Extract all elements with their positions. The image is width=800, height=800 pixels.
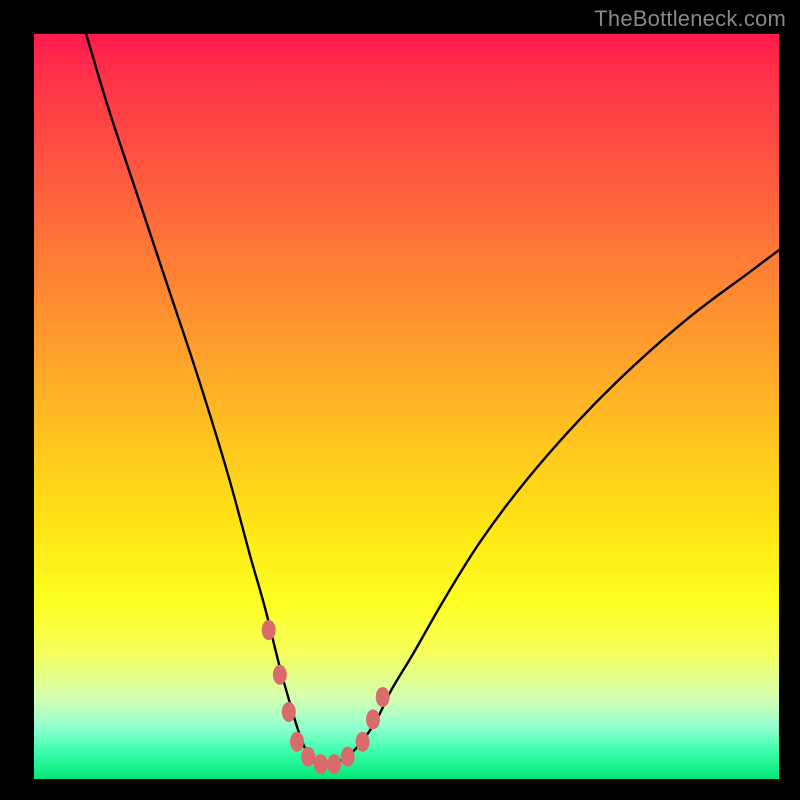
marker-dot bbox=[282, 702, 296, 722]
marker-dot bbox=[314, 754, 328, 774]
marker-dot bbox=[273, 665, 287, 685]
chart-frame: TheBottleneck.com bbox=[0, 0, 800, 800]
highlight-markers bbox=[262, 620, 390, 774]
curve-layer bbox=[34, 34, 779, 779]
marker-dot bbox=[290, 732, 304, 752]
plot-area bbox=[34, 34, 779, 779]
bottleneck-curve bbox=[86, 34, 779, 765]
marker-dot bbox=[341, 747, 355, 767]
marker-dot bbox=[356, 732, 370, 752]
marker-dot bbox=[301, 747, 315, 767]
watermark-text: TheBottleneck.com bbox=[594, 6, 786, 32]
marker-dot bbox=[327, 754, 341, 774]
marker-dot bbox=[262, 620, 276, 640]
marker-dot bbox=[376, 687, 390, 707]
marker-dot bbox=[366, 709, 380, 729]
